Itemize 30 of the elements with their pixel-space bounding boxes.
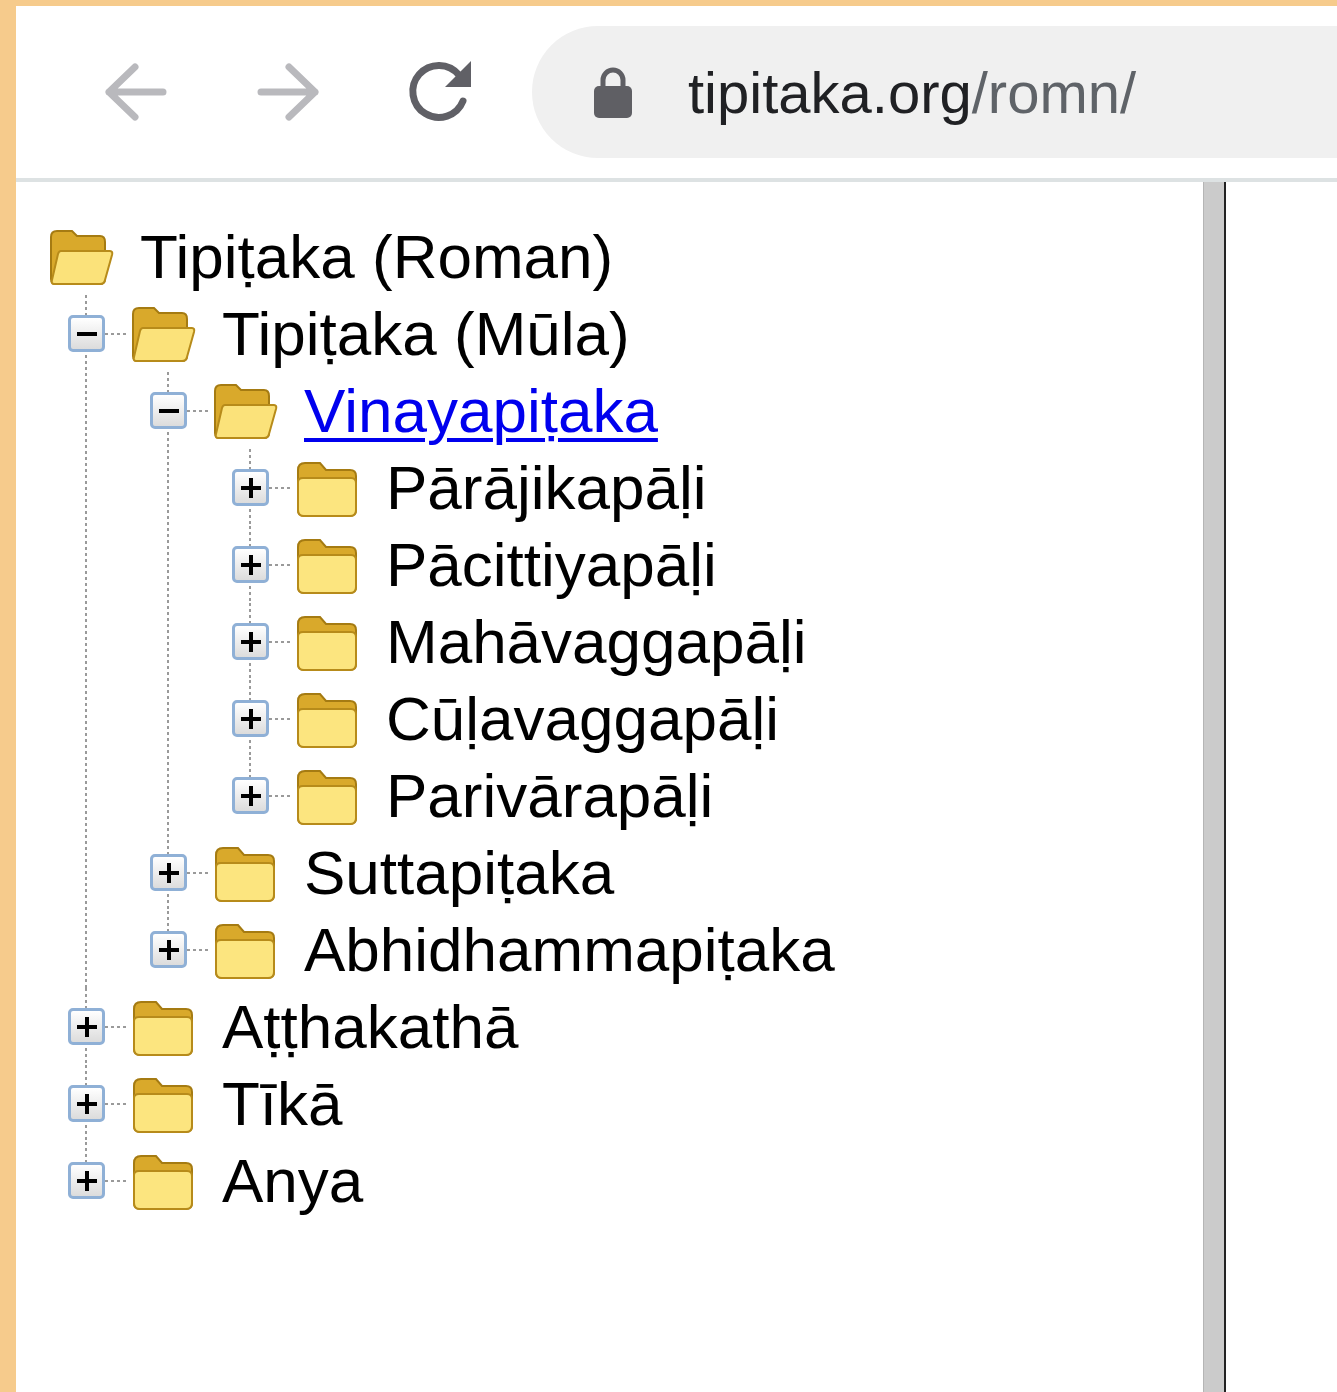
expand-toggle[interactable] xyxy=(150,392,187,429)
tree-label[interactable]: Tīkā xyxy=(222,1072,343,1135)
expand-toggle[interactable] xyxy=(150,931,187,968)
expand-toggle[interactable] xyxy=(232,546,269,583)
minus-icon xyxy=(158,408,179,413)
plus-icon xyxy=(158,939,179,960)
plus-icon xyxy=(158,862,179,883)
plus-icon xyxy=(240,554,261,575)
plus-icon xyxy=(76,1093,97,1114)
plus-icon xyxy=(240,708,261,729)
plus-icon xyxy=(240,785,261,806)
plus-icon xyxy=(240,477,261,498)
expand-toggle[interactable] xyxy=(232,469,269,506)
minus-icon xyxy=(76,331,97,336)
expand-toggle[interactable] xyxy=(232,777,269,814)
tree-label[interactable]: Aṭṭhakathā xyxy=(222,995,519,1058)
expand-toggle[interactable] xyxy=(68,1162,105,1199)
forward-arrow-icon xyxy=(257,63,319,121)
back-arrow-icon xyxy=(105,63,167,121)
expand-toggle[interactable] xyxy=(68,315,105,352)
expand-toggle[interactable] xyxy=(232,700,269,737)
url-text: tipitaka.org/romn/ xyxy=(688,58,1137,126)
plus-icon xyxy=(76,1170,97,1191)
expand-toggle[interactable] xyxy=(68,1008,105,1045)
expand-toggle[interactable] xyxy=(150,854,187,891)
expand-toggle[interactable] xyxy=(232,623,269,660)
plus-icon xyxy=(76,1016,97,1037)
address-bar[interactable]: tipitaka.org/romn/ xyxy=(532,26,1337,158)
expand-toggle[interactable] xyxy=(68,1085,105,1122)
plus-icon xyxy=(240,631,261,652)
